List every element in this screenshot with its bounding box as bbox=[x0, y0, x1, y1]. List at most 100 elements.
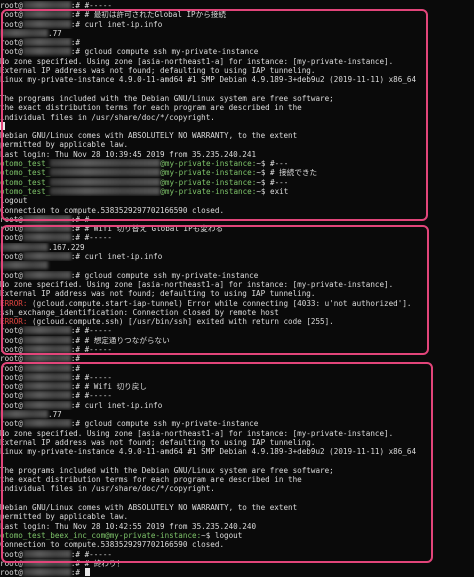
redacted-blur bbox=[0, 242, 48, 251]
terminal-line: External IP address was not found; defau… bbox=[0, 289, 474, 298]
terminal-line: otomo_test_ @my-private-instance:~$ exit bbox=[0, 186, 474, 196]
redacted-blur bbox=[22, 363, 71, 372]
terminal-line: Debian GNU/Linux comes with ABSOLUTELY N… bbox=[0, 503, 474, 512]
prompt-user: otomo_test_beex_inc_com bbox=[0, 530, 106, 540]
redacted-blur bbox=[22, 38, 71, 47]
line-text: Last login: Thu Nov 28 10:42:55 2019 fro… bbox=[0, 521, 257, 531]
redacted-blur bbox=[22, 372, 71, 381]
redacted-blur bbox=[22, 326, 71, 335]
prompt-host: @my-private-instance: bbox=[160, 186, 257, 196]
prompt-user: root@ bbox=[0, 363, 23, 373]
prompt-user: root@ bbox=[0, 568, 23, 577]
prompt-user: root@ bbox=[0, 252, 23, 262]
line-text: Connection to compute.538352929770216659… bbox=[0, 205, 225, 215]
redacted-blur bbox=[22, 335, 71, 344]
terminal-line: Linux my-private-instance 4.9.0-11-amd64… bbox=[0, 447, 474, 456]
line-text: The programs included with the Debian GN… bbox=[0, 465, 334, 475]
terminal-line: Connection to compute.538352929770216659… bbox=[0, 540, 474, 549]
prompt-user: root@ bbox=[0, 419, 23, 429]
terminal-line: root@:# # 想定通りつながらない bbox=[0, 335, 474, 345]
redacted-blur bbox=[50, 159, 161, 168]
terminal-line: root@:# gcloud compute ssh my-private-in… bbox=[0, 47, 474, 56]
line-text: External IP address was not found; defau… bbox=[0, 66, 316, 76]
line-text: :# bbox=[70, 38, 85, 48]
prompt-user: otomo_test_ bbox=[0, 168, 51, 178]
line-text: :# #----- bbox=[70, 391, 113, 401]
redacted-blur bbox=[22, 270, 71, 279]
terminal-line: ssh_exchange_identification: Connection … bbox=[0, 308, 474, 317]
line-text: :# gcloud compute ssh my-private-instanc… bbox=[70, 47, 259, 57]
prompt-user: root@ bbox=[0, 270, 23, 280]
line-text: (gcloud.compute.ssh) [/usr/bin/ssh] exit… bbox=[27, 317, 334, 327]
terminal-line: otomo_test_beex_inc_com@my-private-insta… bbox=[0, 531, 474, 540]
line-text: :# curl inet-ip.info bbox=[70, 252, 163, 262]
redacted-blur bbox=[22, 47, 71, 56]
line-text: :# #----- bbox=[70, 233, 113, 243]
terminal-line: otomo_test_ @my-private-instance:~$ # 接続で… bbox=[0, 168, 474, 177]
line-text: No zone specified. Using zone [asia-nort… bbox=[0, 279, 394, 289]
terminal-line: root@:# #----- bbox=[0, 549, 474, 559]
redacted-blur bbox=[22, 568, 71, 577]
terminal-line: Connection to compute.538352929770216659… bbox=[0, 206, 474, 215]
terminal-line bbox=[0, 261, 474, 270]
line-text: :# bbox=[70, 354, 85, 364]
terminal-line: .167.229 bbox=[0, 242, 474, 252]
line-text: :# bbox=[70, 568, 85, 577]
line-text: :# #----- bbox=[70, 344, 113, 354]
terminal-line: No zone specified. Using zone [asia-nort… bbox=[0, 280, 474, 289]
terminal-line: Last login: Thu Nov 28 10:42:55 2019 fro… bbox=[0, 522, 474, 531]
terminal-line: The programs included with the Debian GN… bbox=[0, 466, 474, 475]
prompt-user: root@ bbox=[0, 19, 23, 29]
redacted-blur bbox=[50, 177, 161, 186]
line-text: ~$ exit bbox=[256, 186, 289, 196]
terminal-line: ERROR: (gcloud.compute.ssh) [/usr/bin/ss… bbox=[0, 317, 474, 326]
redacted-blur bbox=[0, 410, 48, 419]
terminal-window[interactable]: root@:# #----- root@:# # 最初は許可されたGlobal I… bbox=[0, 0, 474, 577]
line-text: the exact distribution terms for each pr… bbox=[0, 103, 302, 113]
prompt-host: @my-private-instance: bbox=[160, 177, 257, 187]
terminal-line: root@ :# curl inet-ip.info bbox=[0, 252, 474, 261]
prompt-user: root@ bbox=[0, 214, 23, 224]
terminal-line: the exact distribution terms for each pr… bbox=[0, 103, 474, 112]
error-label: ERROR: bbox=[0, 298, 28, 308]
redacted-blur bbox=[22, 391, 71, 400]
terminal-line: External IP address was not found; defau… bbox=[0, 66, 474, 75]
redacted-blur bbox=[0, 28, 48, 37]
redacted-blur bbox=[22, 354, 71, 363]
line-text: :# #----- bbox=[70, 326, 113, 336]
terminal-line: root@ :# bbox=[0, 354, 474, 363]
line-text: ssh_exchange_identification: Connection … bbox=[0, 307, 279, 317]
terminal-line: root@:# # Wifi 切り戻し bbox=[0, 382, 474, 391]
line-text: :# bbox=[70, 363, 85, 373]
redacted-blur bbox=[22, 419, 71, 428]
line-text: No zone specified. Using zone [asia-nort… bbox=[0, 428, 394, 438]
line-text: (gcloud.compute.start-iap-tunnel) Error … bbox=[27, 298, 412, 308]
line-text: ~$ #--- bbox=[256, 159, 289, 169]
redacted-blur bbox=[22, 10, 71, 19]
terminal-line: root@:# #----- bbox=[0, 391, 474, 400]
terminal-line: Last login: Thu Nov 28 10:39:45 2019 fro… bbox=[0, 150, 474, 159]
terminal-line: Linux my-private-instance 4.9.0-11-amd64… bbox=[0, 75, 474, 84]
terminal-line: root@:# #----- bbox=[0, 372, 474, 382]
terminal-line: External IP address was not found; defau… bbox=[0, 438, 474, 447]
line-text: :# gcloud compute ssh my-private-instanc… bbox=[70, 419, 259, 429]
terminal-line: root@ :# bbox=[0, 38, 474, 47]
error-label: ERROR: bbox=[0, 317, 28, 327]
line-text: :# # 想定通りつながらない bbox=[70, 335, 170, 345]
text-cursor bbox=[84, 568, 90, 577]
prompt-user: root@ bbox=[0, 400, 23, 410]
terminal-line: root@:# # 終わり！ bbox=[0, 558, 474, 568]
prompt-user: otomo_test_ bbox=[0, 186, 51, 196]
prompt-user: root@ bbox=[0, 354, 23, 364]
prompt-user: root@ bbox=[0, 372, 23, 382]
prompt-user: root@ bbox=[0, 38, 23, 48]
redacted-blur bbox=[22, 344, 71, 353]
redacted-blur bbox=[22, 549, 71, 558]
terminal-line: permitted by applicable law. bbox=[0, 512, 474, 521]
redacted-blur bbox=[0, 261, 48, 270]
prompt-user: root@ bbox=[0, 224, 23, 234]
line-text: Debian GNU/Linux comes with ABSOLUTELY N… bbox=[0, 503, 298, 513]
terminal-line: root@:# #----- bbox=[0, 344, 474, 354]
